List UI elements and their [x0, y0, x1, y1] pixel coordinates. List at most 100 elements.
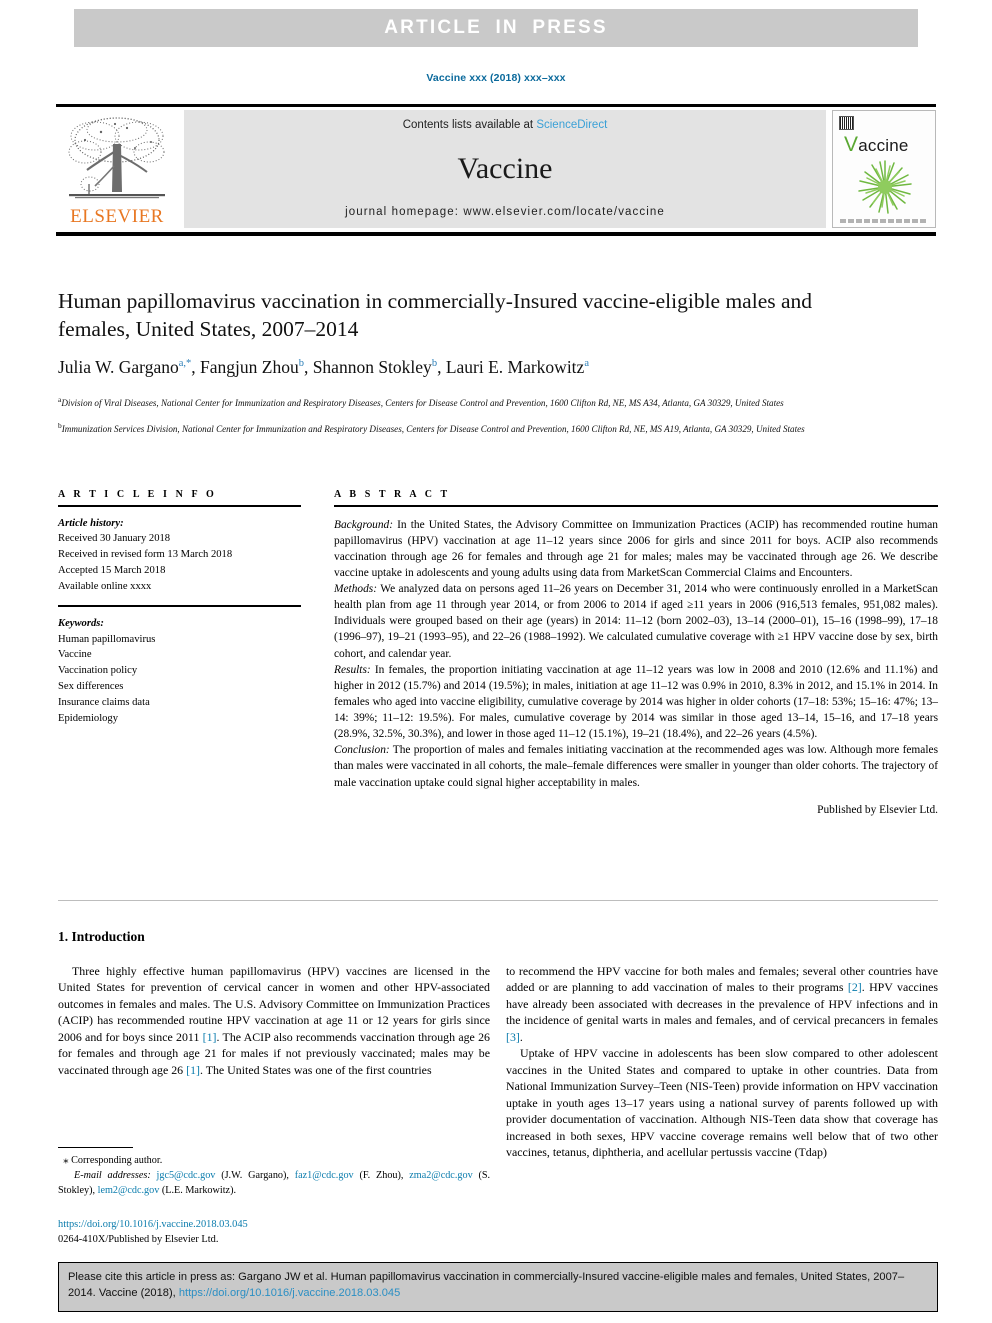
corresponding-author-text: Corresponding author.: [71, 1155, 163, 1166]
affiliation-text: Immunization Services Division, National…: [61, 424, 805, 435]
author-name: Fangjun Zhou: [200, 357, 299, 377]
email-owner: (J.W. Gargano): [221, 1169, 287, 1181]
journal-masthead: ELSEVIER Contents lists available at Sci…: [56, 110, 936, 228]
abstract-methods-label: Methods:: [334, 583, 378, 596]
journal-cover-thumbnail: Vaccine: [832, 110, 936, 228]
elsevier-logo: ELSEVIER: [56, 110, 178, 228]
contents-prefix: Contents lists available at: [402, 119, 537, 131]
abstract-methods-text: We analyzed data on persons aged 11–26 y…: [334, 583, 938, 660]
body-column-left: Three highly effective human papillomavi…: [58, 963, 490, 1078]
abstract-results-label: Results:: [334, 663, 371, 676]
asterisk-icon: ⁎: [63, 1154, 69, 1166]
abstract-conclusion-paragraph: Conclusion: The proportion of males and …: [334, 742, 938, 790]
cover-footer-text: [840, 219, 928, 223]
footnote-rule: [58, 1147, 133, 1149]
sciencedirect-link[interactable]: ScienceDirect: [536, 119, 607, 131]
author-affiliation-mark: a: [584, 358, 589, 370]
barcode-icon: [839, 116, 854, 130]
email-link[interactable]: zma2@cdc.gov: [409, 1170, 472, 1181]
abstract-conclusion-text: The proportion of males and females init…: [334, 744, 938, 789]
email-owner: (L.E. Markowitz): [161, 1184, 234, 1196]
email-owner: (F. Zhou): [359, 1169, 401, 1181]
author-name: Julia W. Gargano: [58, 357, 179, 377]
keyword-item: Human papillomavirus: [58, 633, 156, 645]
keyword-item: Insurance claims data: [58, 697, 150, 709]
abstract-rule: [334, 505, 938, 507]
abstract-background-paragraph: Background: In the United States, the Ad…: [334, 517, 938, 582]
keyword-item: Epidemiology: [58, 712, 119, 724]
email-link[interactable]: jgc5@cdc.gov: [157, 1170, 216, 1181]
body-column-right: to recommend the HPV vaccine for both ma…: [506, 963, 938, 1161]
history-item: Accepted 15 March 2018: [58, 565, 166, 577]
keywords-block: Keywords: Human papillomavirus Vaccine V…: [58, 616, 301, 727]
elsevier-tree-icon: [68, 117, 165, 199]
article-info-column: A R T I C L E I N F O Article history: R…: [58, 489, 301, 727]
cite-this-article-box: Please cite this article in press as: Ga…: [58, 1262, 938, 1312]
masthead-center-panel: Contents lists available at ScienceDirec…: [184, 110, 826, 228]
author-affiliation-mark: a,*: [178, 358, 192, 370]
running-head-citation: Vaccine xxx (2018) xxx–xxx: [426, 72, 566, 84]
article-in-press-label: ARTICLE IN PRESS: [384, 17, 608, 38]
abstract-heading: A B S T R A C T: [334, 489, 451, 500]
author-affiliation-mark: b: [298, 358, 304, 370]
issn-publisher-line: 0264-410X/Published by Elsevier Ltd.: [58, 1233, 219, 1245]
author-name: Lauri E. Markowitz: [445, 357, 585, 377]
affiliation-a: aDivision of Viral Diseases, National Ce…: [58, 395, 938, 410]
email-addresses-line: E-mail addresses: jgc5@cdc.gov (J.W. Gar…: [58, 1169, 491, 1196]
history-item: Available online xxxx: [58, 581, 152, 593]
history-item: Received in revised form 13 March 2018: [58, 549, 233, 561]
abstract-background-text: In the United States, the Advisory Commi…: [334, 518, 938, 579]
keyword-item: Vaccination policy: [58, 665, 138, 677]
abstract-body-divider: [58, 900, 938, 901]
page-title: Human papillomavirus vaccination in comm…: [58, 289, 813, 341]
body-paragraph: Uptake of HPV vaccine in adolescents has…: [506, 1046, 938, 1160]
affiliation-b: bImmunization Services Division, Nationa…: [58, 421, 938, 436]
keyword-item: Sex differences: [58, 681, 124, 693]
abstract-results-paragraph: Results: In females, the proportion init…: [334, 662, 938, 743]
citation-ref[interactable]: [1]: [203, 1030, 217, 1044]
article-info-rule: [58, 505, 301, 507]
keyword-item: Vaccine: [58, 649, 92, 661]
journal-title: Vaccine: [457, 151, 553, 185]
article-info-heading: A R T I C L E I N F O: [58, 489, 217, 500]
author-list: Julia W. Garganoa,*, Fangjun Zhoub, Shan…: [58, 357, 589, 377]
history-item: Received 30 January 2018: [58, 533, 171, 545]
cover-title-initial: V: [844, 133, 859, 156]
corresponding-author-note: ⁎ Corresponding author.: [58, 1153, 490, 1169]
article-history-block: Article history: Received 30 January 201…: [58, 516, 301, 595]
abstract-methods-paragraph: Methods: We analyzed data on persons age…: [334, 581, 938, 662]
article-history-label: Article history:: [58, 517, 124, 529]
footnote-block: ⁎ Corresponding author. E-mail addresses…: [58, 1153, 490, 1199]
journal-homepage-line[interactable]: journal homepage: www.elsevier.com/locat…: [345, 206, 665, 218]
affiliation-text: Division of Viral Diseases, National Cen…: [61, 398, 784, 409]
doi-issn-block: https://doi.org/10.1016/j.vaccine.2018.0…: [58, 1218, 490, 1247]
masthead-bottom-rule: [56, 232, 936, 236]
doi-link[interactable]: https://doi.org/10.1016/j.vaccine.2018.0…: [58, 1218, 490, 1233]
section-heading-introduction: 1. Introduction: [58, 929, 145, 944]
cite-doi-link[interactable]: https://doi.org/10.1016/j.vaccine.2018.0…: [179, 1287, 400, 1299]
contents-available-line: Contents lists available at ScienceDirec…: [403, 119, 608, 131]
author-name: Shannon Stokley: [312, 357, 432, 377]
keywords-rule: [58, 605, 301, 607]
email-link[interactable]: lem2@cdc.gov: [98, 1185, 160, 1196]
abstract-published-by: Published by Elsevier Ltd.: [817, 803, 938, 816]
keywords-label: Keywords:: [58, 617, 104, 629]
body-paragraph: Three highly effective human papillomavi…: [58, 964, 490, 1077]
elsevier-wordmark: ELSEVIER: [70, 206, 164, 227]
email-addresses-label: E-mail addresses:: [74, 1169, 151, 1181]
abstract-background-label: Background:: [334, 518, 394, 531]
abstract-conclusion-label: Conclusion:: [334, 744, 390, 757]
abstract-body: Background: In the United States, the Ad…: [334, 517, 938, 818]
masthead-top-rule: [56, 104, 936, 107]
cover-title-rest: accine: [858, 136, 909, 155]
citation-ref[interactable]: [2]: [848, 980, 862, 994]
citation-ref[interactable]: [3]: [506, 1030, 520, 1044]
abstract-results-text: In females, the proportion initiating va…: [334, 663, 938, 741]
body-paragraph: to recommend the HPV vaccine for both ma…: [506, 964, 938, 1044]
article-in-press-banner: ARTICLE IN PRESS: [74, 9, 918, 47]
citation-ref[interactable]: [1]: [186, 1063, 200, 1077]
email-link[interactable]: faz1@cdc.gov: [295, 1170, 354, 1181]
author-affiliation-mark: b: [431, 358, 438, 370]
cover-title: Vaccine: [844, 133, 909, 157]
virus-burst-icon: [858, 160, 912, 214]
